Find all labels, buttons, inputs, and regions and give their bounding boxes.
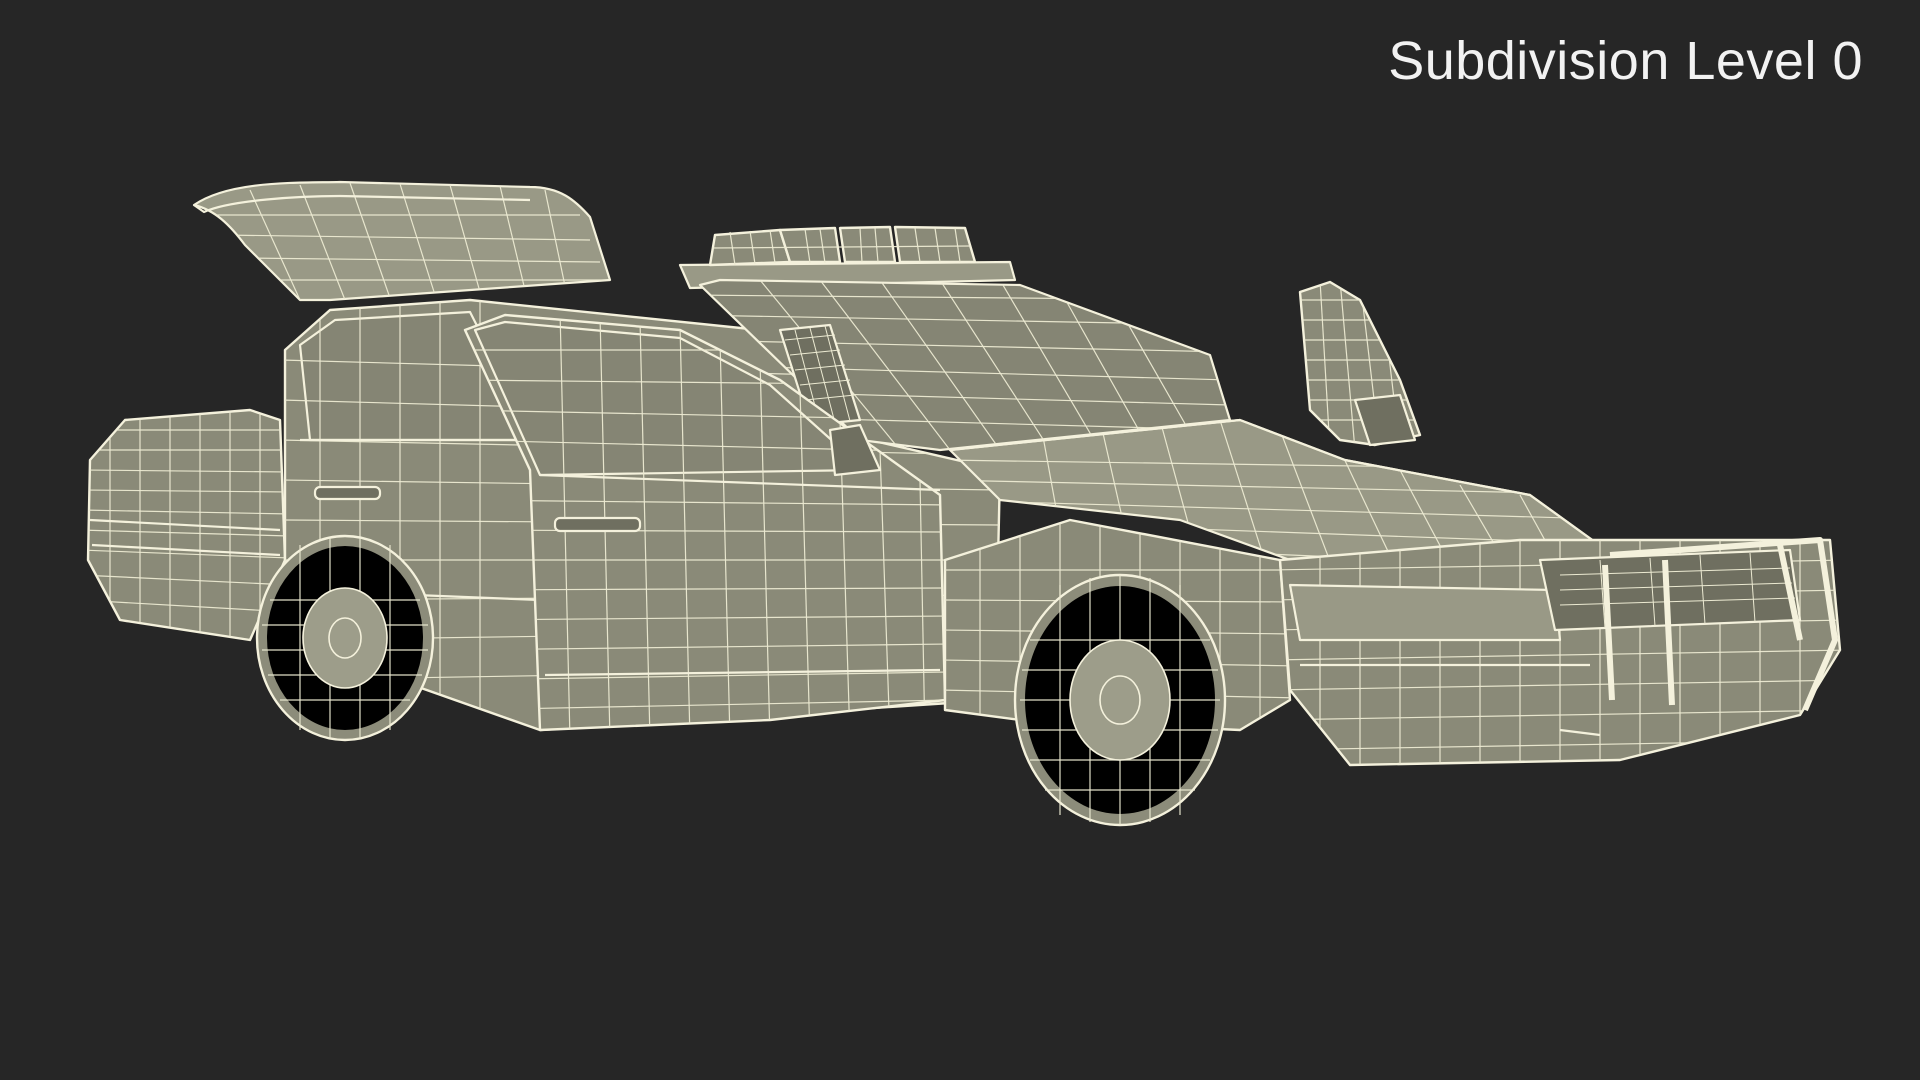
headlight	[1288, 583, 1562, 642]
render-viewport: Subdivision Level 0	[0, 0, 1920, 1080]
rear-wheel	[255, 534, 435, 742]
passenger-door-open	[1298, 280, 1422, 447]
rear-door-handle	[313, 485, 382, 501]
front-wheel	[1013, 573, 1227, 827]
front-door-handle	[553, 516, 642, 533]
front-fascia	[1278, 537, 1842, 767]
trunk-lid	[192, 180, 612, 302]
light-bar	[678, 225, 1017, 290]
police-car-wireframe-model	[86, 180, 1842, 827]
rear-body	[86, 408, 287, 642]
